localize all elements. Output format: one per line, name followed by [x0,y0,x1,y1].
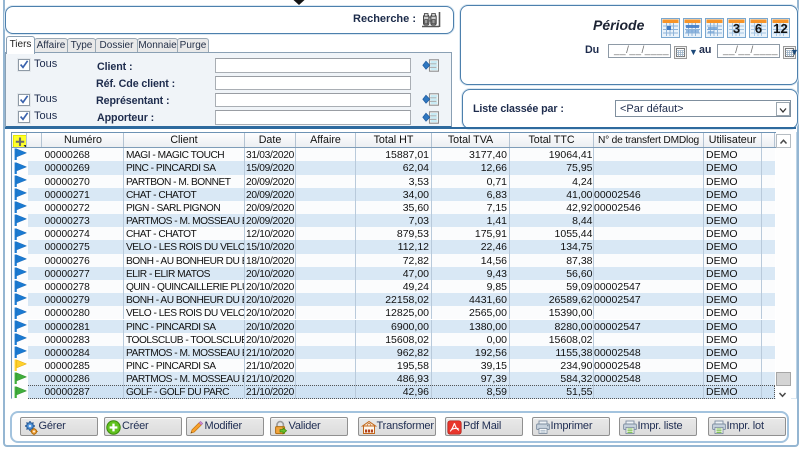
svg-text:3: 3 [733,21,740,36]
svg-text:6: 6 [755,21,762,36]
svg-text:12: 12 [773,21,787,36]
